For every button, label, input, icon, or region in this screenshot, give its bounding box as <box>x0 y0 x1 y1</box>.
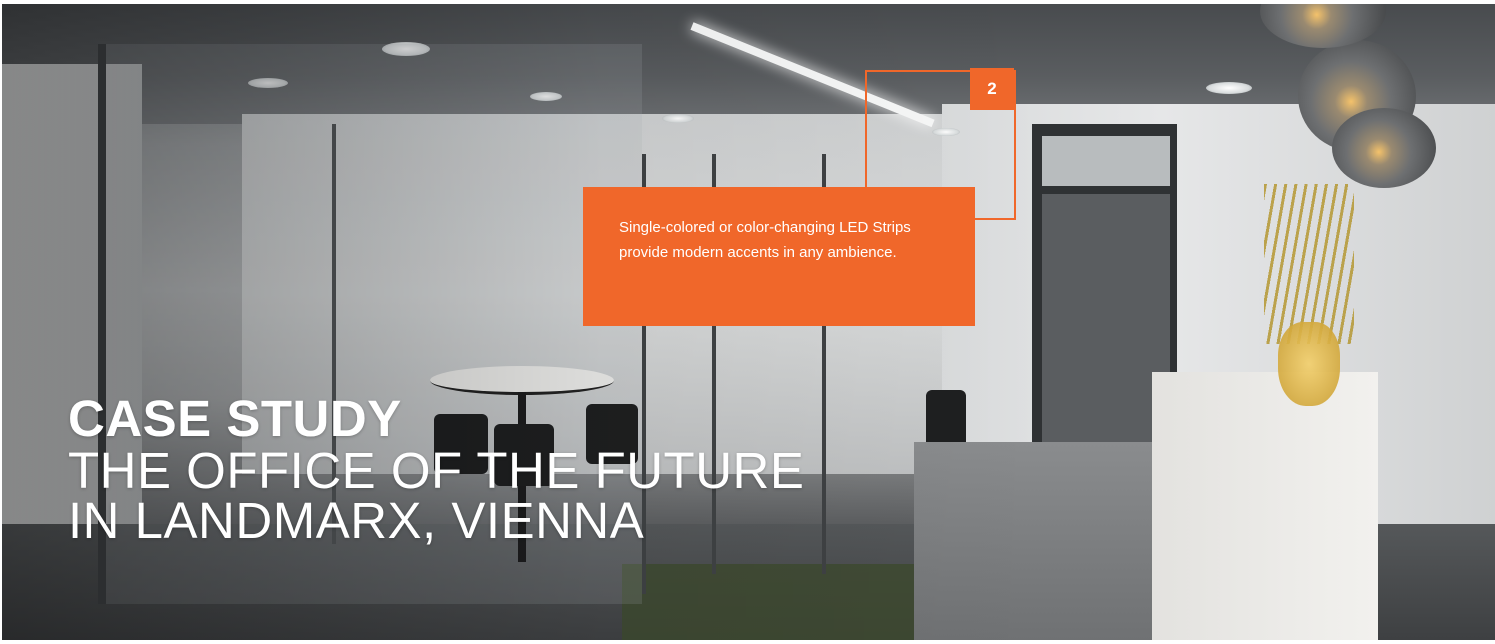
hotspot-marker[interactable]: 2 <box>970 68 1014 110</box>
callout-text: Single-colored or color-changing LED Str… <box>619 219 911 261</box>
case-study-subtitle-line1: THE OFFICE OF THE FUTURE <box>68 442 805 499</box>
case-study-heading: CASE STUDY <box>68 390 402 447</box>
case-study-subtitle-line2: IN LANDMARX, VIENNA <box>68 492 645 549</box>
title-block: CASE STUDY THE OFFICE OF THE FUTURE IN L… <box>68 390 805 549</box>
callout-box: Single-colored or color-changing LED Str… <box>583 187 975 326</box>
